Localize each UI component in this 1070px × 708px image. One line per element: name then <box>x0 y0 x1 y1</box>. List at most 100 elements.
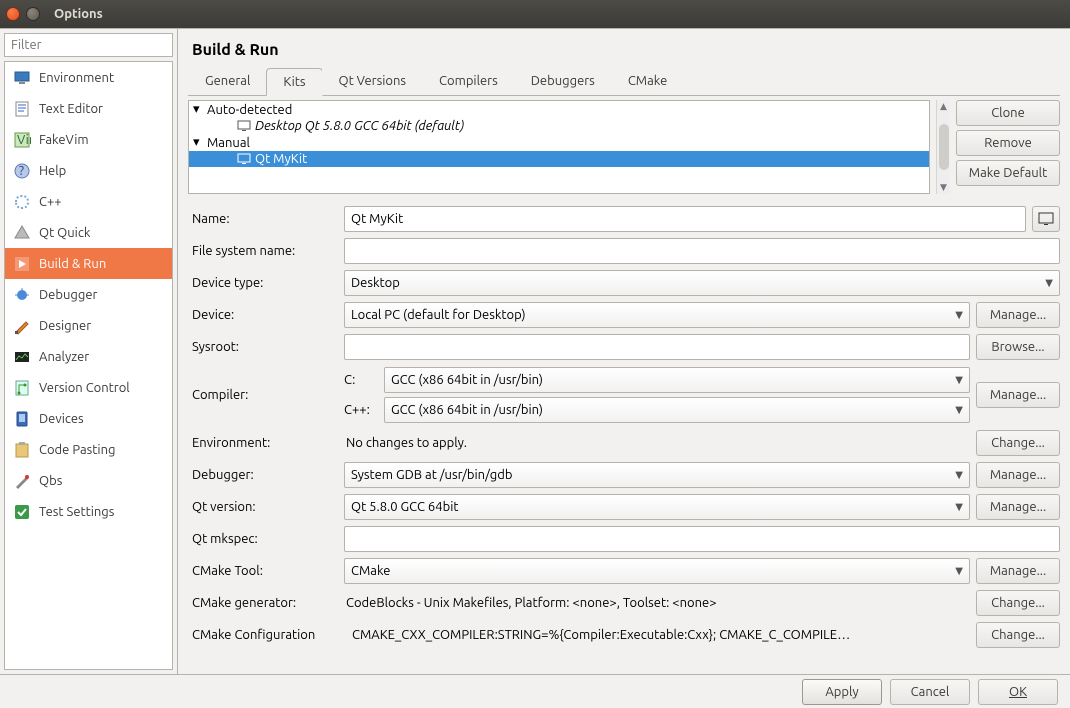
qtver-manage-button[interactable]: Manage... <box>976 494 1060 520</box>
sidebar-item-label: Debugger <box>39 288 97 302</box>
compiler-manage-button[interactable]: Manage... <box>976 382 1060 408</box>
cmakegen-change-button[interactable]: Change... <box>976 590 1060 616</box>
chevron-down-icon: ▾ <box>193 135 203 150</box>
monitor-icon <box>237 153 251 165</box>
env-change-button[interactable]: Change... <box>976 430 1060 456</box>
tab-general[interactable]: General <box>188 67 267 95</box>
qtver-label: Qt version: <box>188 500 338 514</box>
sidebar-item-designer[interactable]: Designer <box>5 310 172 341</box>
sidebar-item-label: Build & Run <box>39 257 106 271</box>
cmaketool-manage-button[interactable]: Manage... <box>976 558 1060 584</box>
fsname-input[interactable] <box>344 238 1060 264</box>
filter-input[interactable] <box>4 33 173 57</box>
sidebar-item-text-editor[interactable]: Text Editor <box>5 93 172 124</box>
sysroot-input[interactable] <box>344 334 970 360</box>
sysroot-label: Sysroot: <box>188 340 338 354</box>
clone-button[interactable]: Clone <box>956 100 1060 126</box>
texteditor-icon <box>13 100 31 118</box>
chevron-down-icon: ▼ <box>955 565 963 577</box>
mkspec-input[interactable] <box>344 526 1060 552</box>
window-minimize-button[interactable] <box>26 7 40 21</box>
chevron-up-icon[interactable]: ▲ <box>940 101 947 112</box>
tab-cmake[interactable]: CMake <box>611 67 684 95</box>
qtver-select[interactable]: Qt 5.8.0 GCC 64bit▼ <box>344 494 970 520</box>
devtype-label: Device type: <box>188 276 338 290</box>
sidebar-item-debugger[interactable]: Debugger <box>5 279 172 310</box>
svg-text:?: ? <box>19 164 24 178</box>
ok-button[interactable]: OK <box>978 679 1058 705</box>
fakevim-icon: Vim <box>13 131 31 149</box>
window-close-button[interactable] <box>6 7 20 21</box>
env-value: No changes to apply. <box>344 436 970 450</box>
compiler-label: Compiler: <box>188 388 338 402</box>
sidebar-item-version-control[interactable]: Version Control <box>5 372 172 403</box>
sidebar-item-label: Text Editor <box>39 102 103 116</box>
make-default-button[interactable]: Make Default <box>956 160 1060 186</box>
kits-tree-scrollbar[interactable]: ▲ ▼ <box>936 100 950 194</box>
chevron-down-icon: ▼ <box>955 404 963 416</box>
sidebar-item-label: Designer <box>39 319 91 333</box>
dialog-footer: Apply Cancel OK <box>0 674 1070 708</box>
sidebar-item-label: Analyzer <box>39 350 89 364</box>
cmakegen-label: CMake generator: <box>188 596 338 610</box>
kit-form: Name: File system name: Device type: <box>188 204 1060 674</box>
cmakecfg-change-button[interactable]: Change... <box>976 622 1060 648</box>
tree-node-manual[interactable]: ▾ Manual <box>189 134 929 151</box>
sidebar-item-build-run[interactable]: Build & Run <box>5 248 172 279</box>
debugger-manage-button[interactable]: Manage... <box>976 462 1060 488</box>
sysroot-browse-button[interactable]: Browse... <box>976 334 1060 360</box>
codepaste-icon <box>13 441 31 459</box>
name-label: Name: <box>188 212 338 226</box>
sidebar-item-label: Code Pasting <box>39 443 115 457</box>
tab-debuggers[interactable]: Debuggers <box>514 67 612 95</box>
compiler-cxx-select[interactable]: GCC (x86 64bit in /usr/bin)▼ <box>384 397 970 423</box>
tab-compilers[interactable]: Compilers <box>422 67 515 95</box>
tab-bar: GeneralKitsQt VersionsCompilersDebuggers… <box>188 67 1060 96</box>
sidebar-item-label: Version Control <box>39 381 130 395</box>
name-input[interactable] <box>344 206 1026 232</box>
sidebar-item-help[interactable]: ? Help <box>5 155 172 186</box>
sidebar-item-test-settings[interactable]: Test Settings <box>5 496 172 527</box>
mkspec-label: Qt mkspec: <box>188 532 338 546</box>
sidebar-item-environment[interactable]: Environment <box>5 62 172 93</box>
env-label: Environment: <box>188 436 338 450</box>
kit-icon-button[interactable] <box>1032 206 1060 232</box>
tab-kits[interactable]: Kits <box>266 68 322 96</box>
chevron-down-icon: ▼ <box>955 309 963 321</box>
cancel-button[interactable]: Cancel <box>890 679 970 705</box>
sidebar-item-c-[interactable]: C++ <box>5 186 172 217</box>
tab-qt-versions[interactable]: Qt Versions <box>322 67 424 95</box>
tree-node-autodetected[interactable]: ▾ Auto-detected <box>189 101 929 118</box>
kits-tree[interactable]: ▾ Auto-detected Desktop Qt 5.8.0 GCC 64b… <box>188 100 930 194</box>
cmaketool-select[interactable]: CMake▼ <box>344 558 970 584</box>
test-icon <box>13 503 31 521</box>
debugger-select[interactable]: System GDB at /usr/bin/gdb▼ <box>344 462 970 488</box>
sidebar-item-devices[interactable]: Devices <box>5 403 172 434</box>
debugger-icon <box>13 286 31 304</box>
debugger-label: Debugger: <box>188 468 338 482</box>
designer-icon <box>13 317 31 335</box>
chevron-down-icon: ▾ <box>193 102 203 117</box>
device-select[interactable]: Local PC (default for Desktop)▼ <box>344 302 970 328</box>
cmakecfg-value: CMAKE_CXX_COMPILER:STRING=%{Compiler:Exe… <box>350 628 970 642</box>
tree-item-manual-kit-selected[interactable]: Qt MyKit <box>189 151 929 167</box>
sidebar-item-label: Help <box>39 164 66 178</box>
tree-item-auto-kit[interactable]: Desktop Qt 5.8.0 GCC 64bit (default) <box>189 118 929 134</box>
scrollbar-thumb[interactable] <box>939 124 949 170</box>
sidebar-item-label: Test Settings <box>39 505 114 519</box>
sidebar-item-qt-quick[interactable]: Qt Quick <box>5 217 172 248</box>
chevron-down-icon: ▼ <box>955 374 963 386</box>
remove-button[interactable]: Remove <box>956 130 1060 156</box>
sidebar-item-code-pasting[interactable]: Code Pasting <box>5 434 172 465</box>
compiler-c-select[interactable]: GCC (x86 64bit in /usr/bin)▼ <box>384 367 970 393</box>
device-manage-button[interactable]: Manage... <box>976 302 1060 328</box>
sidebar-item-fakevim[interactable]: VimFakeVim <box>5 124 172 155</box>
chevron-down-icon[interactable]: ▼ <box>940 182 947 193</box>
sidebar-item-qbs[interactable]: Qbs <box>5 465 172 496</box>
devtype-select[interactable]: Desktop▼ <box>344 270 1060 296</box>
apply-button[interactable]: Apply <box>802 679 882 705</box>
buildrun-icon <box>13 255 31 273</box>
sidebar-item-analyzer[interactable]: Analyzer <box>5 341 172 372</box>
monitor-icon <box>13 69 31 87</box>
fsname-label: File system name: <box>188 244 338 258</box>
